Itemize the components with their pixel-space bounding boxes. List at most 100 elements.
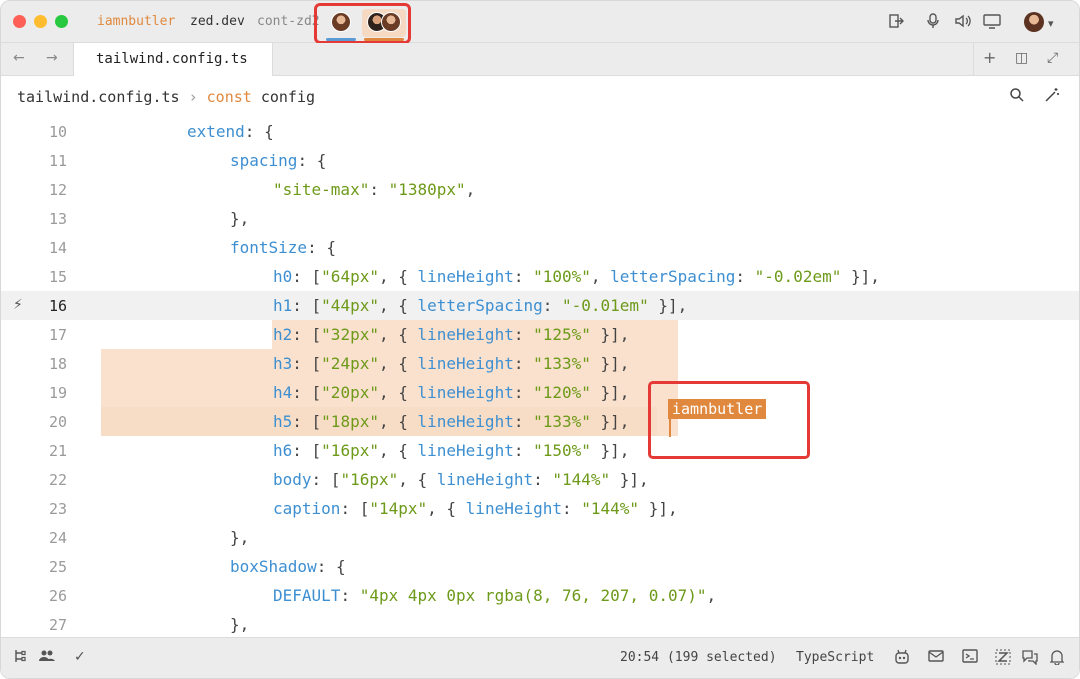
code-token: "-0.01em": [562, 296, 649, 315]
code-token: "1380px": [388, 180, 466, 199]
code-text: h4: ["20px", { lineHeight: "120%" }],: [273, 383, 629, 402]
split-pane-icon[interactable]: ◫: [1015, 50, 1028, 66]
code-line[interactable]: 22 body: ["16px", { lineHeight: "144%" }]…: [1, 465, 1079, 494]
code-token: "20px": [321, 383, 379, 402]
chat-icon[interactable]: [1022, 649, 1038, 669]
code-line[interactable]: 21 h6: ["16px", { lineHeight: "150%" }],: [1, 436, 1079, 465]
user-menu-avatar[interactable]: [1024, 12, 1044, 32]
collab-icon[interactable]: [39, 649, 55, 667]
code-token: :: [513, 354, 534, 373]
code-token: : [: [292, 325, 322, 344]
code-line[interactable]: 13},: [1, 204, 1079, 233]
code-token: "32px": [321, 325, 379, 344]
code-text: h6: ["16px", { lineHeight: "150%" }],: [273, 441, 629, 460]
status-bar: ✓ 20:54 (199 selected) TypeScript: [1, 637, 1079, 678]
code-line[interactable]: 25 boxShadow: {: [1, 552, 1079, 581]
line-number: 19: [48, 384, 67, 402]
terminal-icon[interactable]: [962, 649, 978, 667]
code-token: :: [513, 441, 534, 460]
code-line[interactable]: 17 h2: ["32px", { lineHeight: "125%" }],: [1, 320, 1079, 349]
forward-arrow-icon[interactable]: →: [46, 50, 58, 66]
speaker-icon[interactable]: [954, 13, 972, 32]
chevron-down-icon[interactable]: ▾: [1048, 16, 1054, 32]
line-number: 12: [48, 181, 67, 199]
close-window-button[interactable]: [13, 15, 26, 28]
breadcrumb-keyword: const: [206, 88, 252, 106]
code-editor[interactable]: 10 extend: {11 spacing: { 12 "site-max": "13…: [1, 117, 1079, 636]
tab-tailwind-config[interactable]: tailwind.config.ts: [73, 43, 273, 76]
expand-icon[interactable]: ⤢: [1047, 50, 1058, 66]
diagnostics-check-icon[interactable]: ✓: [74, 649, 86, 665]
code-line[interactable]: 19 h4: ["20px", { lineHeight: "120%" }],: [1, 378, 1079, 407]
code-token: : [: [292, 412, 322, 431]
collaborator-cursor-label: iamnbutler: [668, 399, 767, 419]
code-token: ,: [590, 267, 611, 286]
code-token: lineHeight: [417, 383, 514, 402]
code-token: : {: [316, 557, 346, 576]
code-token: lineHeight: [417, 412, 514, 431]
code-token: "-0.02em": [754, 267, 842, 286]
code-token: : [: [292, 383, 322, 402]
code-token: "16px": [321, 441, 379, 460]
breadcrumb-separator: ›: [188, 88, 198, 106]
code-token: , {: [378, 296, 418, 315]
code-line[interactable]: 26 DEFAULT: "4px 4px 0px rgba(8, 76, 207,…: [1, 581, 1079, 610]
line-number: 25: [48, 558, 67, 576]
line-number: 26: [48, 587, 67, 605]
code-token: lineHeight: [465, 499, 562, 518]
code-line[interactable]: 12 "site-max": "1380px",: [1, 175, 1079, 204]
code-token: caption: [273, 499, 341, 518]
code-line[interactable]: 10 extend: {: [1, 117, 1079, 146]
code-token: }],: [590, 325, 630, 344]
feedback-icon[interactable]: [928, 649, 944, 667]
code-token: : {: [307, 238, 336, 257]
code-token: : [: [292, 441, 322, 460]
editor-window: iamnbutler zed.dev cont-zd2 ▾ ← → tailwi…: [0, 0, 1080, 679]
minimize-window-button[interactable]: [34, 15, 47, 28]
zoom-window-button[interactable]: [55, 15, 68, 28]
code-token: }],: [639, 499, 678, 518]
code-line[interactable]: 24},: [1, 523, 1079, 552]
code-line[interactable]: 15 h0: ["64px", { lineHeight: "100%", let…: [1, 262, 1079, 291]
line-number: 10: [48, 123, 67, 141]
microphone-icon[interactable]: [926, 13, 940, 32]
code-line[interactable]: 18 h3: ["24px", { lineHeight: "133%" }],: [1, 349, 1079, 378]
leave-call-icon[interactable]: [888, 13, 904, 32]
project-name[interactable]: zed.dev: [190, 14, 245, 29]
code-token: }],: [590, 354, 630, 373]
code-text: fontSize: {: [230, 238, 336, 257]
code-line[interactable]: ⚡ 16 h1: ["44px", { letterSpacing: "-0.01e…: [1, 291, 1079, 320]
code-token: , {: [378, 412, 418, 431]
code-token: letterSpacing: [610, 267, 736, 286]
code-line[interactable]: 14 fontSize: {: [1, 233, 1079, 262]
tab-label: tailwind.config.ts: [96, 51, 248, 67]
current-user-name[interactable]: iamnbutler: [97, 14, 175, 29]
assistant-icon[interactable]: [894, 649, 910, 669]
plus-icon[interactable]: +: [983, 48, 996, 67]
code-line[interactable]: 27},: [1, 610, 1079, 636]
line-number: 15: [48, 268, 67, 286]
line-number: 20: [48, 413, 67, 431]
notification-bell-icon[interactable]: [1049, 649, 1065, 669]
back-arrow-icon[interactable]: ←: [13, 50, 25, 66]
code-line[interactable]: 11 spacing: {: [1, 146, 1079, 175]
breadcrumb-path[interactable]: tailwind.config.ts › const config: [17, 88, 315, 106]
code-token: h6: [273, 441, 293, 460]
code-token: , {: [378, 441, 418, 460]
code-token: lineHeight: [417, 325, 514, 344]
code-token: :: [369, 180, 389, 199]
code-token: "4px 4px 0px rgba(8, 76, 207, 0.07)": [359, 586, 707, 605]
magic-wand-icon[interactable]: [1044, 87, 1060, 107]
language-selector[interactable]: TypeScript: [796, 650, 874, 665]
line-number: 24: [48, 529, 67, 547]
code-line[interactable]: 20 h5: ["18px", { lineHeight: "133%" }],: [1, 407, 1079, 436]
search-icon[interactable]: [1009, 87, 1025, 107]
screen-share-icon[interactable]: [983, 13, 1001, 32]
project-tree-icon[interactable]: [13, 649, 27, 667]
cursor-position[interactable]: 20:54 (199 selected): [620, 650, 777, 665]
line-number: 27: [48, 616, 67, 634]
code-line[interactable]: 23 caption: ["14px", { lineHeight: "144%"…: [1, 494, 1079, 523]
branch-name[interactable]: cont-zd2: [257, 14, 320, 29]
zed-icon[interactable]: [995, 649, 1011, 669]
code-text: "site-max": "1380px",: [273, 180, 475, 199]
